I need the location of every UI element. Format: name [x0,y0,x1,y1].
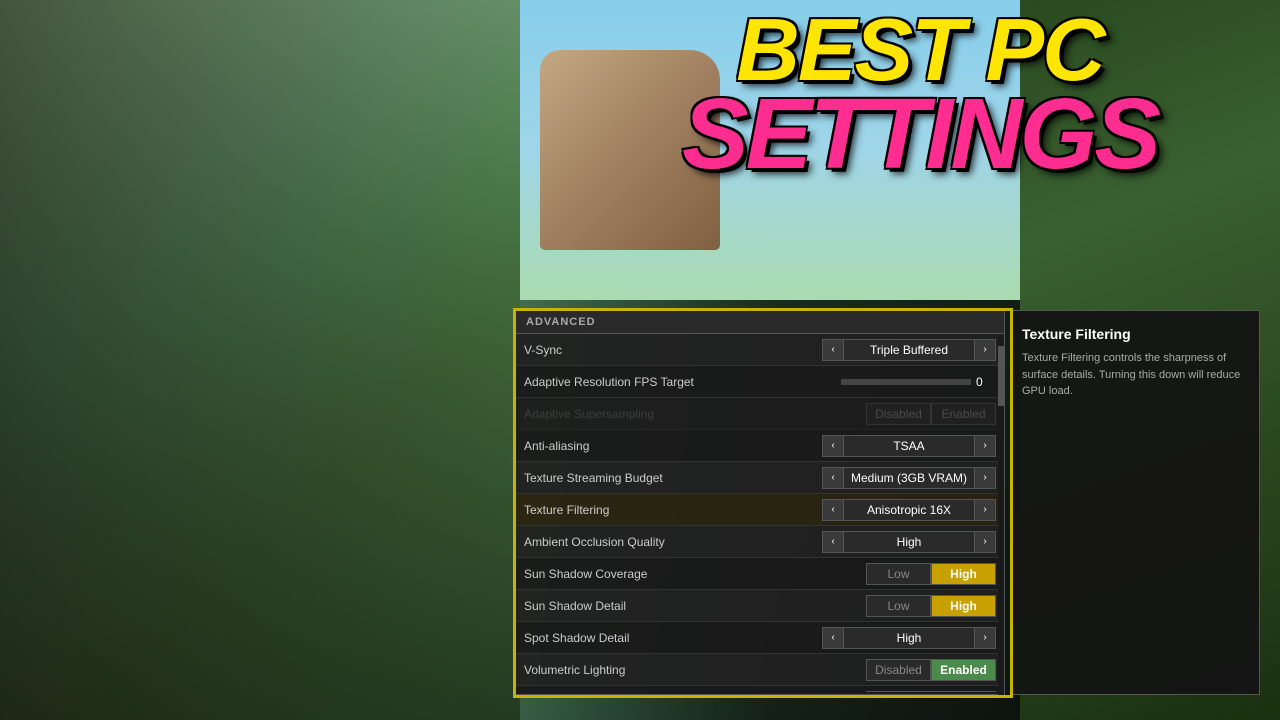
row-dyn-spot: Dynamic Spot Shadows Disabled Enabled [516,686,1004,692]
info-panel-text: Texture Filtering controls the sharpness… [1022,350,1247,400]
label-adaptive-res: Adaptive Resolution FPS Target [524,375,841,389]
label-antialiasing: Anti-aliasing [524,439,822,453]
ss-left-arrow[interactable]: ‹ [822,627,844,649]
control-spot-shadow: ‹ High › [822,627,996,649]
vl-disabled-btn[interactable]: Disabled [866,659,931,681]
vl-enabled-btn[interactable]: Enabled [931,659,996,681]
info-panel: Texture Filtering Texture Filtering cont… [1010,310,1260,695]
settings-panel: ADVANCED V-Sync ‹ Triple Buffered › Adap… [515,310,1005,695]
ao-value: High [844,531,974,553]
row-vol-light: Volumetric Lighting Disabled Enabled [516,654,1004,686]
scrollbar[interactable] [998,336,1004,696]
control-ao: ‹ High › [822,531,996,553]
tb-left-arrow[interactable]: ‹ [822,467,844,489]
tf-right-arrow[interactable]: › [974,499,996,521]
ds-enabled-btn[interactable]: Enabled [931,691,996,693]
control-vsync: ‹ Triple Buffered › [822,339,996,361]
label-ao: Ambient Occlusion Quality [524,535,822,549]
left-shadow [0,0,520,720]
ao-left-arrow[interactable]: ‹ [822,531,844,553]
aa-right-arrow[interactable]: › [974,435,996,457]
row-adaptive-super: Adaptive Supersampling Disabled Enabled [516,398,1004,430]
ao-right-arrow[interactable]: › [974,531,996,553]
vsync-left-arrow[interactable]: ‹ [822,339,844,361]
row-antialiasing: Anti-aliasing ‹ TSAA › [516,430,1004,462]
control-adaptive-super: Disabled Enabled [866,403,996,425]
ss-value: High [844,627,974,649]
label-texture-budget: Texture Streaming Budget [524,471,822,485]
control-vol-light: Disabled Enabled [866,659,996,681]
settings-header: ADVANCED [516,311,1004,334]
label-vsync: V-Sync [524,343,822,357]
row-sun-shadow-cov: Sun Shadow Coverage Low High [516,558,1004,590]
row-ao: Ambient Occlusion Quality ‹ High › [516,526,1004,558]
ss-right-arrow[interactable]: › [974,627,996,649]
tf-value: Anisotropic 16X [844,499,974,521]
btn-disabled[interactable]: Disabled [866,403,931,425]
scrollbar-thumb[interactable] [998,346,1004,406]
label-vol-light: Volumetric Lighting [524,663,866,677]
vsync-value: Triple Buffered [844,339,974,361]
slider-bar[interactable] [841,379,971,385]
ssc-high-btn[interactable]: High [931,563,996,585]
row-texture-filter: Texture Filtering ‹ Anisotropic 16X › [516,494,1004,526]
control-adaptive-res: 0 [841,375,996,389]
row-vsync: V-Sync ‹ Triple Buffered › [516,334,1004,366]
aa-value: TSAA [844,435,974,457]
btn-enabled[interactable]: Enabled [931,403,996,425]
info-panel-title: Texture Filtering [1022,326,1247,342]
vsync-right-arrow[interactable]: › [974,339,996,361]
title-line2: SETTINGS [580,89,1260,179]
tf-left-arrow[interactable]: ‹ [822,499,844,521]
ds-disabled-btn[interactable]: Disabled [866,691,931,693]
control-sun-shadow-det: Low High [866,595,996,617]
control-sun-shadow-cov: Low High [866,563,996,585]
control-antialiasing: ‹ TSAA › [822,435,996,457]
label-sun-shadow-det: Sun Shadow Detail [524,599,866,613]
title-container: BEST PC SETTINGS [580,10,1260,179]
label-adaptive-super: Adaptive Supersampling [524,407,866,421]
ssc-low-btn[interactable]: Low [866,563,931,585]
label-texture-filter: Texture Filtering [524,503,822,517]
slider-value: 0 [976,375,996,389]
label-spot-shadow: Spot Shadow Detail [524,631,822,645]
row-spot-shadow: Spot Shadow Detail ‹ High › [516,622,1004,654]
settings-body: V-Sync ‹ Triple Buffered › Adaptive Reso… [516,334,1004,692]
tb-right-arrow[interactable]: › [974,467,996,489]
control-texture-filter: ‹ Anisotropic 16X › [822,499,996,521]
aa-left-arrow[interactable]: ‹ [822,435,844,457]
control-texture-budget: ‹ Medium (3GB VRAM) › [822,467,996,489]
ssd-low-btn[interactable]: Low [866,595,931,617]
row-texture-budget: Texture Streaming Budget ‹ Medium (3GB V… [516,462,1004,494]
row-sun-shadow-det: Sun Shadow Detail Low High [516,590,1004,622]
ssd-high-btn[interactable]: High [931,595,996,617]
tb-value: Medium (3GB VRAM) [844,467,974,489]
label-sun-shadow-cov: Sun Shadow Coverage [524,567,866,581]
row-adaptive-res: Adaptive Resolution FPS Target 0 [516,366,1004,398]
control-dyn-spot: Disabled Enabled [866,691,996,693]
